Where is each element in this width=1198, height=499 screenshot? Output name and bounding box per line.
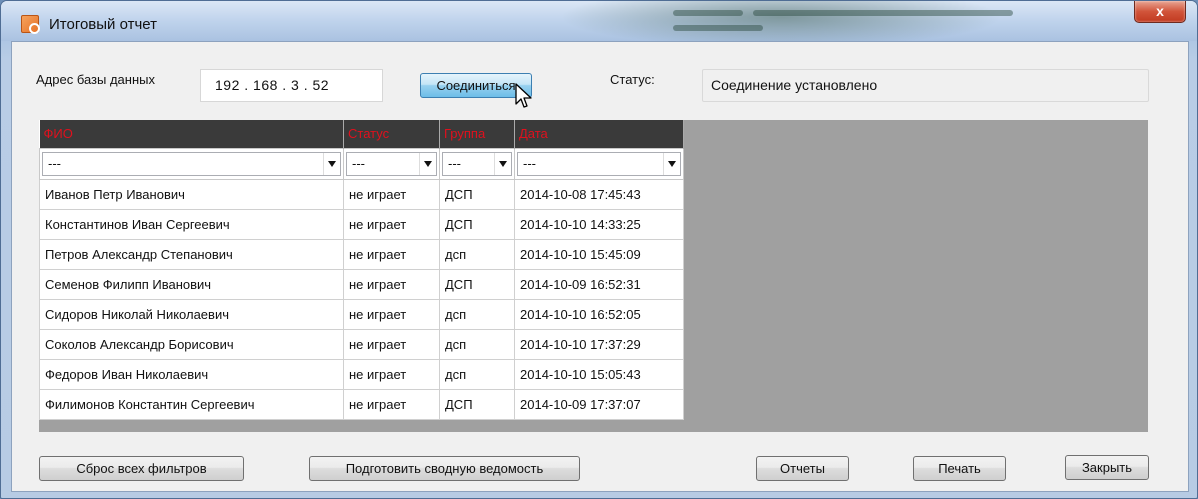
filter-row: --- --- --- --- [39,147,684,180]
status-field: Соединение установлено [702,69,1149,102]
cell-group[interactable]: ДСП [439,388,515,420]
table-row[interactable]: Сидоров Николай Николаевич не играет дсп 20… [39,298,684,330]
close-button[interactable]: Закрыть [1065,455,1149,480]
db-address-label: Адрес базы данных [36,72,155,87]
table-row[interactable]: Константинов Иван Сергеевич не играет ДСП 2… [39,208,684,240]
cell-status[interactable]: не играет [343,298,440,330]
cell-group[interactable]: ДСП [439,178,515,210]
cell-date[interactable]: 2014-10-09 17:37:07 [514,388,684,420]
dropdown-arrow-icon[interactable] [494,152,511,175]
cell-status[interactable]: не играет [343,208,440,240]
cell-group[interactable]: дсп [439,238,515,270]
dropdown-arrow-icon[interactable] [419,152,436,175]
report-window: Итоговый отчет x Адрес базы данных 192 .… [0,0,1198,499]
cell-name[interactable]: Семенов Филипп Иванович [39,268,344,300]
cell-group[interactable]: дсп [439,328,515,360]
column-header-date[interactable]: Дата [514,120,684,148]
cell-group[interactable]: ДСП [439,208,515,240]
cell-name[interactable]: Сидоров Николай Николаевич [39,298,344,330]
reports-button[interactable]: Отчеты [756,456,849,481]
cell-date[interactable]: 2014-10-10 14:33:25 [514,208,684,240]
app-icon [21,15,40,34]
dropdown-arrow-icon[interactable] [663,152,680,175]
title-bar[interactable]: Итоговый отчет x [1,1,1197,41]
client-area: Адрес базы данных 192 . 168 . 3 . 52 Сое… [11,41,1189,492]
employees-grid: ФИО Статус Группа Дата --- --- --- --- И… [39,120,684,420]
filter-status-dropdown[interactable]: --- [346,151,437,176]
cell-group[interactable]: дсп [439,358,515,390]
column-header-status[interactable]: Статус [343,120,440,148]
filter-value: --- [48,155,61,171]
cell-group[interactable]: ДСП [439,268,515,300]
status-label: Статус: [610,72,655,87]
cell-date[interactable]: 2014-10-10 15:45:09 [514,238,684,270]
cell-date[interactable]: 2014-10-08 17:45:43 [514,178,684,210]
table-row[interactable]: Федоров Иван Николаевич не играет дсп 2014-… [39,358,684,390]
cell-status[interactable]: не играет [343,238,440,270]
cell-name[interactable]: Соколов Александр Борисович [39,328,344,360]
cell-date[interactable]: 2014-10-09 16:52:31 [514,268,684,300]
table-row[interactable]: Иванов Петр Иванович не играет ДСП 2014-10-… [39,178,684,210]
cell-name[interactable]: Федоров Иван Николаевич [39,358,344,390]
filter-value: --- [523,155,536,171]
cell-date[interactable]: 2014-10-10 17:37:29 [514,328,684,360]
window-title: Итоговый отчет [49,16,158,33]
table-row[interactable]: Семенов Филипп Иванович не играет ДСП 2014-… [39,268,684,300]
prepare-summary-button[interactable]: Подготовить сводную ведомость [309,456,580,481]
cell-date[interactable]: 2014-10-10 16:52:05 [514,298,684,330]
window-close-button[interactable]: x [1134,1,1186,23]
cell-name[interactable]: Филимонов Константин Сергеевич [39,388,344,420]
filter-group-dropdown[interactable]: --- [442,151,512,176]
filter-cell: --- [343,147,440,180]
column-header-name[interactable]: ФИО [39,120,344,148]
cell-status[interactable]: не играет [343,328,440,360]
filter-cell: --- [514,147,684,180]
column-header-group[interactable]: Группа [439,120,515,148]
reset-filters-button[interactable]: Сброс всех фильтров [39,456,244,481]
filter-date-dropdown[interactable]: --- [517,151,681,176]
cell-name[interactable]: Петров Александр Степанович [39,238,344,270]
filter-value: --- [352,155,365,171]
filter-cell: --- [439,147,515,180]
cell-name[interactable]: Иванов Петр Иванович [39,178,344,210]
background-blur [753,10,1013,16]
table-row[interactable]: Петров Александр Степанович не играет дсп 2… [39,238,684,270]
cell-name[interactable]: Константинов Иван Сергеевич [39,208,344,240]
table-row[interactable]: Соколов Александр Борисович не играет дсп 2… [39,328,684,360]
print-button[interactable]: Печать [913,456,1006,481]
cell-status[interactable]: не играет [343,178,440,210]
cell-status[interactable]: не играет [343,268,440,300]
filter-cell: --- [39,147,344,180]
cell-date[interactable]: 2014-10-10 15:05:43 [514,358,684,390]
table-row[interactable]: Филимонов Константин Сергеевич не играет Д… [39,388,684,420]
mouse-cursor-icon [515,83,532,108]
background-blur [673,10,743,16]
dropdown-arrow-icon[interactable] [323,152,340,175]
cell-status[interactable]: не играет [343,358,440,390]
cell-status[interactable]: не играет [343,388,440,420]
ip-address-input[interactable]: 192 . 168 . 3 . 52 [200,69,383,102]
filter-value: --- [448,155,461,171]
cell-group[interactable]: дсп [439,298,515,330]
filter-name-dropdown[interactable]: --- [42,151,341,176]
background-blur [673,25,763,31]
